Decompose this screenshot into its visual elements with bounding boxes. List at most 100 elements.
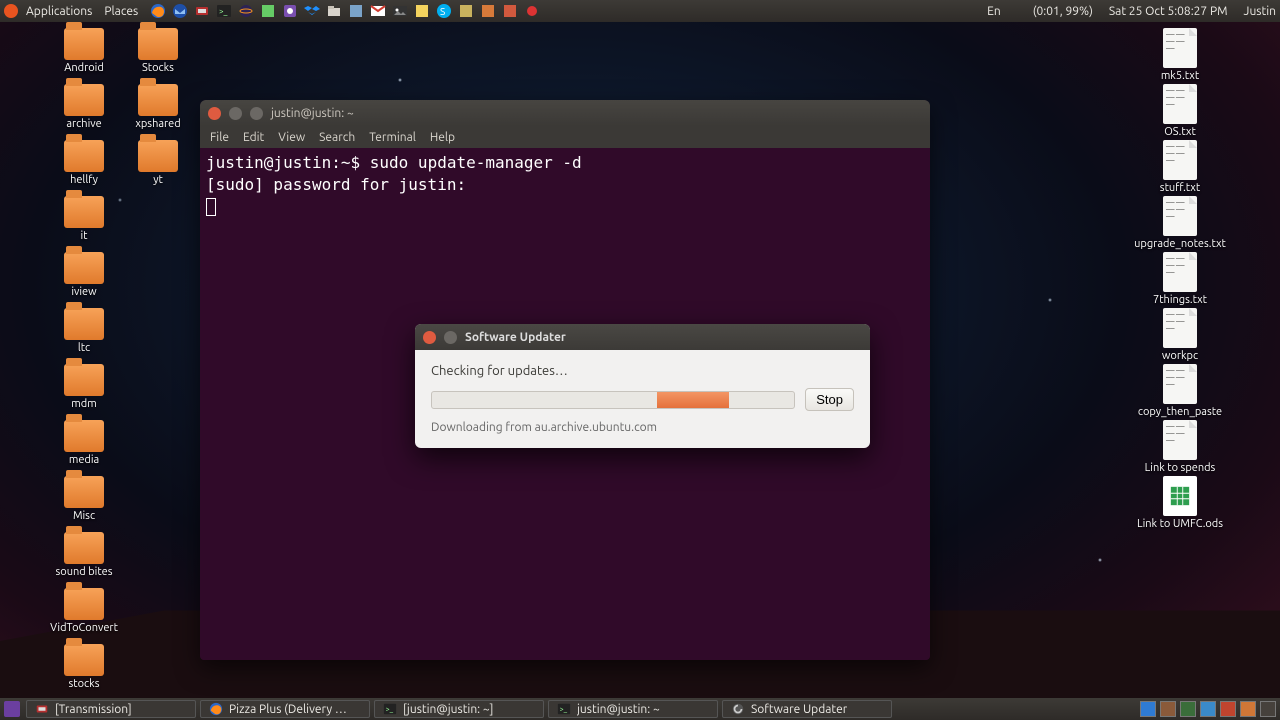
- menu-search[interactable]: Search: [319, 131, 355, 144]
- taskbar-item[interactable]: [Transmission]: [26, 700, 196, 718]
- keyboard-indicator[interactable]: En: [987, 5, 1001, 18]
- app-icon-2[interactable]: [348, 3, 364, 19]
- app-icon-5[interactable]: [502, 3, 518, 19]
- app-icon-4[interactable]: [480, 3, 496, 19]
- desktop-folder[interactable]: media: [48, 420, 120, 466]
- desktop-folder[interactable]: mdm: [48, 364, 120, 410]
- terminal-title: justin@justin: ~: [271, 107, 354, 120]
- settings-icon[interactable]: [282, 3, 298, 19]
- desktop-file[interactable]: ── ──── ────copy_then_paste: [1120, 364, 1240, 418]
- desktop-file[interactable]: ── ──── ────Link to spends: [1120, 420, 1240, 474]
- menu-applications[interactable]: Applications: [24, 3, 94, 20]
- transmission-icon[interactable]: [194, 3, 210, 19]
- skype-icon[interactable]: S: [436, 3, 452, 19]
- firefox-icon[interactable]: [150, 3, 166, 19]
- panel-menus: Applications Places: [24, 3, 140, 20]
- minimize-icon[interactable]: [444, 331, 457, 344]
- desktop-folder[interactable]: ltc: [48, 308, 120, 354]
- taskbar-item[interactable]: Pizza Plus (Delivery …: [200, 700, 370, 718]
- desktop-file[interactable]: ── ──── ────upgrade_notes.txt: [1120, 196, 1240, 250]
- taskbar-item[interactable]: >_justin@justin: ~: [548, 700, 718, 718]
- desktop-file[interactable]: ── ──── ────OS.txt: [1120, 84, 1240, 138]
- textfile-icon: ── ──── ────: [1163, 420, 1197, 460]
- folder-icon: [64, 196, 104, 228]
- svg-text:>_: >_: [560, 706, 568, 714]
- icon-label: stocks: [67, 678, 102, 690]
- svg-text:S: S: [440, 6, 445, 17]
- stop-button[interactable]: Stop: [805, 388, 854, 411]
- menu-places[interactable]: Places: [102, 3, 140, 20]
- software-updater-window[interactable]: Software Updater Checking for updates… S…: [415, 324, 870, 448]
- desktop-folder[interactable]: yt: [122, 140, 194, 186]
- gmail-icon[interactable]: [370, 3, 386, 19]
- top-panel: Applications Places >_ S En (0:01, 99%) …: [0, 0, 1280, 22]
- desktop-folder[interactable]: stocks: [48, 644, 120, 690]
- command: sudo update-manager -d: [370, 153, 582, 172]
- desktop-folder[interactable]: archive: [48, 84, 120, 130]
- clock[interactable]: Sat 25 Oct 5:08:27 PM: [1109, 5, 1228, 18]
- taskbar-item[interactable]: >_[justin@justin: ~]: [374, 700, 544, 718]
- transmission-icon: [35, 702, 49, 716]
- desktop-file[interactable]: ── ──── ────workpc: [1120, 308, 1240, 362]
- panel-indicators: En (0:01, 99%) Sat 25 Oct 5:08:27 PM Jus…: [979, 5, 1276, 18]
- desktop-file[interactable]: ── ──── ────mk5.txt: [1120, 28, 1240, 82]
- maximize-icon[interactable]: [250, 107, 263, 120]
- icon-label: iview: [69, 286, 98, 298]
- user-menu[interactable]: Justin: [1244, 5, 1276, 18]
- menu-file[interactable]: File: [210, 131, 229, 144]
- image-icon[interactable]: [392, 3, 408, 19]
- tray-app-icon[interactable]: [1160, 701, 1176, 717]
- ubuntu-logo-icon[interactable]: [4, 4, 18, 18]
- menu-edit[interactable]: Edit: [243, 131, 264, 144]
- eclipse-icon[interactable]: [238, 3, 254, 19]
- textfile-icon: ── ──── ────: [1163, 252, 1197, 292]
- desktop-folder[interactable]: hellfy: [48, 140, 120, 186]
- tray-app-icon[interactable]: [1220, 701, 1236, 717]
- app-icon[interactable]: [260, 3, 276, 19]
- tray-app-icon[interactable]: [1180, 701, 1196, 717]
- terminal-titlebar[interactable]: justin@justin: ~: [200, 100, 930, 126]
- updater-heading: Checking for updates…: [431, 364, 854, 378]
- terminal-icon[interactable]: >_: [216, 3, 232, 19]
- desktop-folder[interactable]: it: [48, 196, 120, 242]
- desktop-folder[interactable]: VidToConvert: [48, 588, 120, 634]
- tray-app-icon[interactable]: [1140, 701, 1156, 717]
- close-icon[interactable]: [208, 107, 221, 120]
- thunderbird-icon[interactable]: [172, 3, 188, 19]
- icon-label: Stocks: [140, 62, 176, 74]
- app-icon-3[interactable]: [458, 3, 474, 19]
- desktop-folder[interactable]: Stocks: [122, 28, 194, 74]
- minimize-icon[interactable]: [229, 107, 242, 120]
- dropbox-icon[interactable]: [304, 3, 320, 19]
- firefox-icon: [209, 702, 223, 716]
- show-desktop-button[interactable]: [4, 701, 20, 717]
- tray-app-icon[interactable]: [1200, 701, 1216, 717]
- trash-icon[interactable]: [1260, 701, 1276, 717]
- menu-view[interactable]: View: [278, 131, 305, 144]
- icon-label: xpshared: [133, 118, 182, 130]
- menu-terminal[interactable]: Terminal: [369, 131, 416, 144]
- icon-label: upgrade_notes.txt: [1132, 238, 1228, 250]
- desktop-folder[interactable]: Android: [48, 28, 120, 74]
- icon-label: mdm: [69, 398, 98, 410]
- menu-help[interactable]: Help: [430, 131, 455, 144]
- folder-icon: [64, 644, 104, 676]
- tray-app-icon[interactable]: [1240, 701, 1256, 717]
- desktop-folder[interactable]: sound bites: [48, 532, 120, 578]
- spreadsheet-icon: [1163, 476, 1197, 516]
- taskbar-item[interactable]: Software Updater: [722, 700, 892, 718]
- icon-label: workpc: [1160, 350, 1200, 362]
- desktop-file[interactable]: Link to UMFC.ods: [1120, 476, 1240, 530]
- files-icon[interactable]: [326, 3, 342, 19]
- desktop-folder[interactable]: Misc: [48, 476, 120, 522]
- close-icon[interactable]: [423, 331, 436, 344]
- desktop-folder[interactable]: xpshared: [122, 84, 194, 130]
- record-icon[interactable]: [524, 3, 540, 19]
- folder-icon: [64, 140, 104, 172]
- updater-titlebar[interactable]: Software Updater: [415, 324, 870, 350]
- desktop-file[interactable]: ── ──── ────7things.txt: [1120, 252, 1240, 306]
- notes-icon[interactable]: [414, 3, 430, 19]
- textfile-icon: ── ──── ────: [1163, 140, 1197, 180]
- desktop-file[interactable]: ── ──── ────stuff.txt: [1120, 140, 1240, 194]
- desktop-folder[interactable]: iview: [48, 252, 120, 298]
